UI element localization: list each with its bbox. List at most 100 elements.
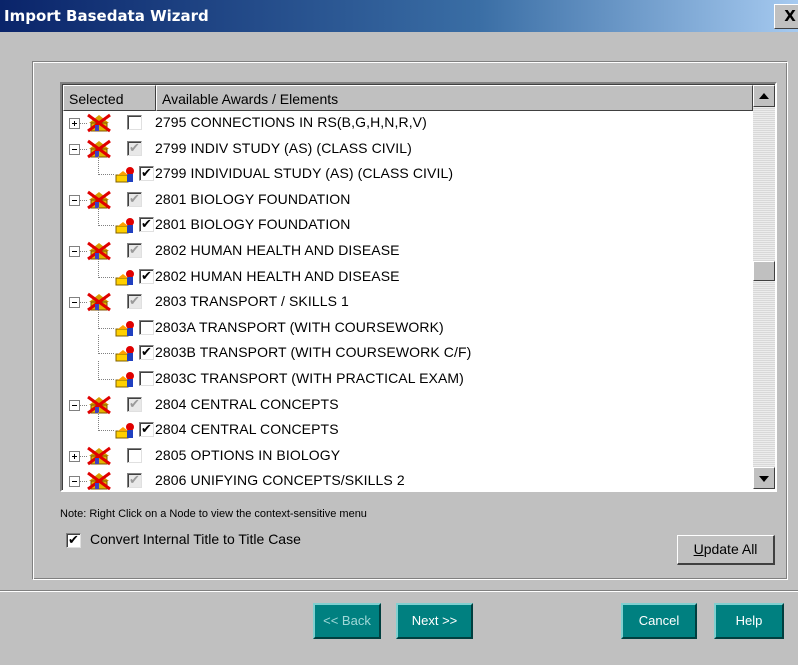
tree-connector	[98, 379, 114, 380]
tree-connector	[98, 335, 99, 354]
element-checkbox[interactable]: ✔	[139, 166, 154, 181]
award-label: 2806 UNIFYING CONCEPTS/SKILLS 2	[155, 472, 405, 488]
tree-connector	[98, 174, 114, 175]
tree-connector	[98, 259, 99, 278]
award-checkbox[interactable]: ✔	[127, 294, 142, 309]
tree-element-node[interactable]: 2803C TRANSPORT (WITH PRACTICAL EXAM)	[63, 361, 753, 393]
tree-element-node[interactable]: 2803A TRANSPORT (WITH COURSEWORK)	[63, 310, 753, 342]
award-label: 2804 CENTRAL CONCEPTS	[155, 396, 339, 412]
tree-element-node[interactable]: ✔ 2803B TRANSPORT (WITH COURSEWORK C/F)	[63, 335, 753, 367]
element-checkbox[interactable]: ✔	[139, 422, 154, 437]
scroll-down-button[interactable]	[753, 467, 775, 489]
tree-connector	[98, 310, 99, 329]
scroll-thumb[interactable]	[753, 261, 775, 281]
collapse-icon[interactable]	[69, 144, 80, 155]
award-checkbox[interactable]: ✔	[127, 473, 142, 488]
collapse-icon[interactable]	[69, 400, 80, 411]
back-button[interactable]: << Back	[313, 603, 381, 639]
element-checkbox[interactable]: ✔	[139, 269, 154, 284]
tree-element-node[interactable]: ✔ 2802 HUMAN HEALTH AND DISEASE	[63, 259, 753, 291]
award-label: 2803 TRANSPORT / SKILLS 1	[155, 293, 349, 309]
award-icon	[86, 113, 112, 133]
element-checkbox[interactable]	[139, 320, 154, 335]
collapse-icon[interactable]	[69, 297, 80, 308]
element-icon	[115, 216, 137, 235]
element-checkbox[interactable]: ✔	[139, 345, 154, 360]
element-checkbox[interactable]	[139, 371, 154, 386]
award-label: 2799 INDIV STUDY (AS) (CLASS CIVIL)	[155, 140, 412, 156]
title-bar[interactable]: Import Basedata Wizard X	[0, 0, 798, 32]
element-icon	[115, 165, 137, 184]
award-checkbox[interactable]	[127, 448, 142, 463]
arrow-up-icon	[759, 93, 769, 99]
award-checkbox[interactable]: ✔	[127, 192, 142, 207]
element-checkbox[interactable]: ✔	[139, 217, 154, 232]
update-all-button[interactable]: Update All	[677, 535, 775, 565]
award-icon	[86, 446, 112, 466]
tree-award-node[interactable]: 2805 OPTIONS IN BIOLOGY	[63, 444, 753, 470]
element-label: 2804 CENTRAL CONCEPTS	[155, 421, 339, 437]
award-checkbox[interactable]	[127, 115, 142, 130]
tree-connector	[98, 361, 99, 380]
element-label: 2803C TRANSPORT (WITH PRACTICAL EXAM)	[155, 370, 464, 386]
element-icon	[115, 319, 137, 338]
award-label: 2802 HUMAN HEALTH AND DISEASE	[155, 242, 400, 258]
element-label: 2803A TRANSPORT (WITH COURSEWORK)	[155, 319, 444, 335]
element-label: 2802 HUMAN HEALTH AND DISEASE	[155, 268, 400, 284]
tree-award-node[interactable]: ✔ 2799 INDIV STUDY (AS) (CLASS CIVIL)	[63, 137, 753, 163]
column-header-selected[interactable]: Selected	[63, 85, 156, 111]
window-title: Import Basedata Wizard	[4, 7, 209, 25]
collapse-icon[interactable]	[69, 246, 80, 257]
element-icon	[115, 370, 137, 389]
tree-award-node[interactable]: ✔ 2804 CENTRAL CONCEPTS	[63, 393, 753, 419]
tree-connector	[98, 207, 99, 226]
award-checkbox[interactable]: ✔	[127, 397, 142, 412]
tree-connector	[98, 156, 99, 175]
awards-tree[interactable]: Selected Available Awards / Elements 279…	[60, 82, 777, 492]
tree-element-node[interactable]: ✔ 2801 BIOLOGY FOUNDATION	[63, 207, 753, 239]
close-button[interactable]: X	[774, 4, 798, 29]
tree-award-node[interactable]: ✔ 2806 UNIFYING CONCEPTS/SKILLS 2	[63, 469, 753, 490]
arrow-down-icon	[759, 476, 769, 482]
element-label: 2799 INDIVIDUAL STUDY (AS) (CLASS CIVIL)	[155, 165, 454, 181]
expand-icon[interactable]	[69, 118, 80, 129]
award-icon	[86, 471, 112, 490]
award-label: 2801 BIOLOGY FOUNDATION	[155, 191, 351, 207]
element-icon	[115, 268, 137, 287]
help-button[interactable]: Help	[714, 603, 784, 639]
element-icon	[115, 421, 137, 440]
tree-viewport: Selected Available Awards / Elements 279…	[62, 84, 775, 490]
update-all-label: pdate All	[703, 541, 758, 557]
tree-award-node[interactable]: 2795 CONNECTIONS IN RS(B,G,H,N,R,V)	[63, 111, 753, 137]
tree-award-node[interactable]: ✔ 2802 HUMAN HEALTH AND DISEASE	[63, 239, 753, 265]
update-all-accel: U	[693, 541, 704, 557]
context-menu-note: Note: Right Click on a Node to view the …	[60, 508, 367, 520]
award-checkbox[interactable]: ✔	[127, 243, 142, 258]
separator-highlight	[0, 591, 798, 592]
award-icon	[86, 139, 112, 159]
tree-connector	[98, 225, 114, 226]
tree-award-node[interactable]: ✔ 2801 BIOLOGY FOUNDATION	[63, 188, 753, 214]
tree-award-node[interactable]: ✔ 2803 TRANSPORT / SKILLS 1	[63, 290, 753, 316]
award-icon	[86, 292, 112, 312]
tree-connector	[98, 328, 114, 329]
scroll-up-button[interactable]	[753, 85, 775, 107]
tree-connector	[98, 430, 114, 431]
award-label: 2795 CONNECTIONS IN RS(B,G,H,N,R,V)	[155, 114, 427, 130]
expand-icon[interactable]	[69, 451, 80, 462]
award-label: 2805 OPTIONS IN BIOLOGY	[155, 447, 341, 463]
element-label: 2803B TRANSPORT (WITH COURSEWORK C/F)	[155, 344, 472, 360]
convert-title-checkbox[interactable]: ✔	[66, 533, 81, 548]
tree-element-node[interactable]: ✔ 2799 INDIVIDUAL STUDY (AS) (CLASS CIVIL…	[63, 156, 753, 188]
award-checkbox[interactable]: ✔	[127, 141, 142, 156]
tree-connector	[98, 412, 99, 431]
column-header-available[interactable]: Available Awards / Elements	[156, 85, 753, 111]
convert-title-label[interactable]: Convert Internal Title to Title Case	[90, 531, 301, 547]
vertical-scrollbar[interactable]	[753, 85, 775, 489]
cancel-button[interactable]: Cancel	[621, 603, 697, 639]
next-button[interactable]: Next >>	[396, 603, 473, 639]
collapse-icon[interactable]	[69, 195, 80, 206]
award-icon	[86, 190, 112, 210]
tree-element-node[interactable]: ✔ 2804 CENTRAL CONCEPTS	[63, 412, 753, 444]
collapse-icon[interactable]	[69, 476, 80, 487]
